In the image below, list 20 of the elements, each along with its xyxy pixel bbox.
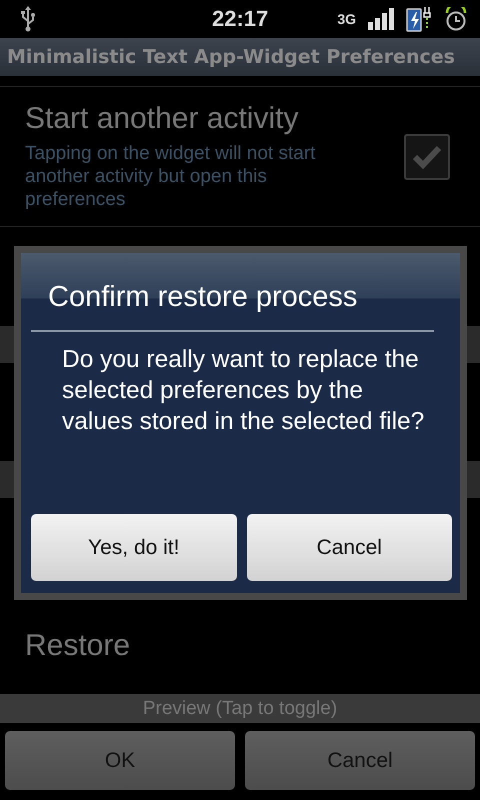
ok-button[interactable]: OK (5, 731, 235, 790)
confirm-button[interactable]: Yes, do it! (31, 514, 236, 581)
dialog-message: Do you really want to replace the selected preferences by the values stored in the selected file? (61, 345, 426, 437)
usb-icon (20, 6, 36, 32)
dialog-title: Confirm restore process (31, 281, 434, 332)
checkmark-icon (412, 144, 442, 170)
alarm-clock-icon (444, 7, 468, 31)
preview-toggle-bar[interactable]: Preview (Tap to toggle) (0, 694, 480, 723)
checkbox[interactable] (404, 134, 450, 180)
cancel-button[interactable]: Cancel (246, 514, 452, 581)
preference-item[interactable]: Restore (25, 629, 130, 663)
cancel-button[interactable]: Cancel (245, 731, 475, 790)
battery-charging-icon (406, 6, 432, 32)
preference-summary: Tapping on the widget will not start another activity but open this preferences (25, 142, 316, 211)
signal-icon (368, 8, 394, 30)
network-type: 3G (337, 11, 356, 27)
window-title: Minimalistic Text App-Widget Preferences (0, 38, 480, 76)
preference-row[interactable]: Start another activity Tapping on the widget will not start another activity but open this preferences (0, 86, 480, 227)
clock-time: 22:17 (212, 6, 268, 32)
preference-title: Start another activity (25, 102, 300, 136)
